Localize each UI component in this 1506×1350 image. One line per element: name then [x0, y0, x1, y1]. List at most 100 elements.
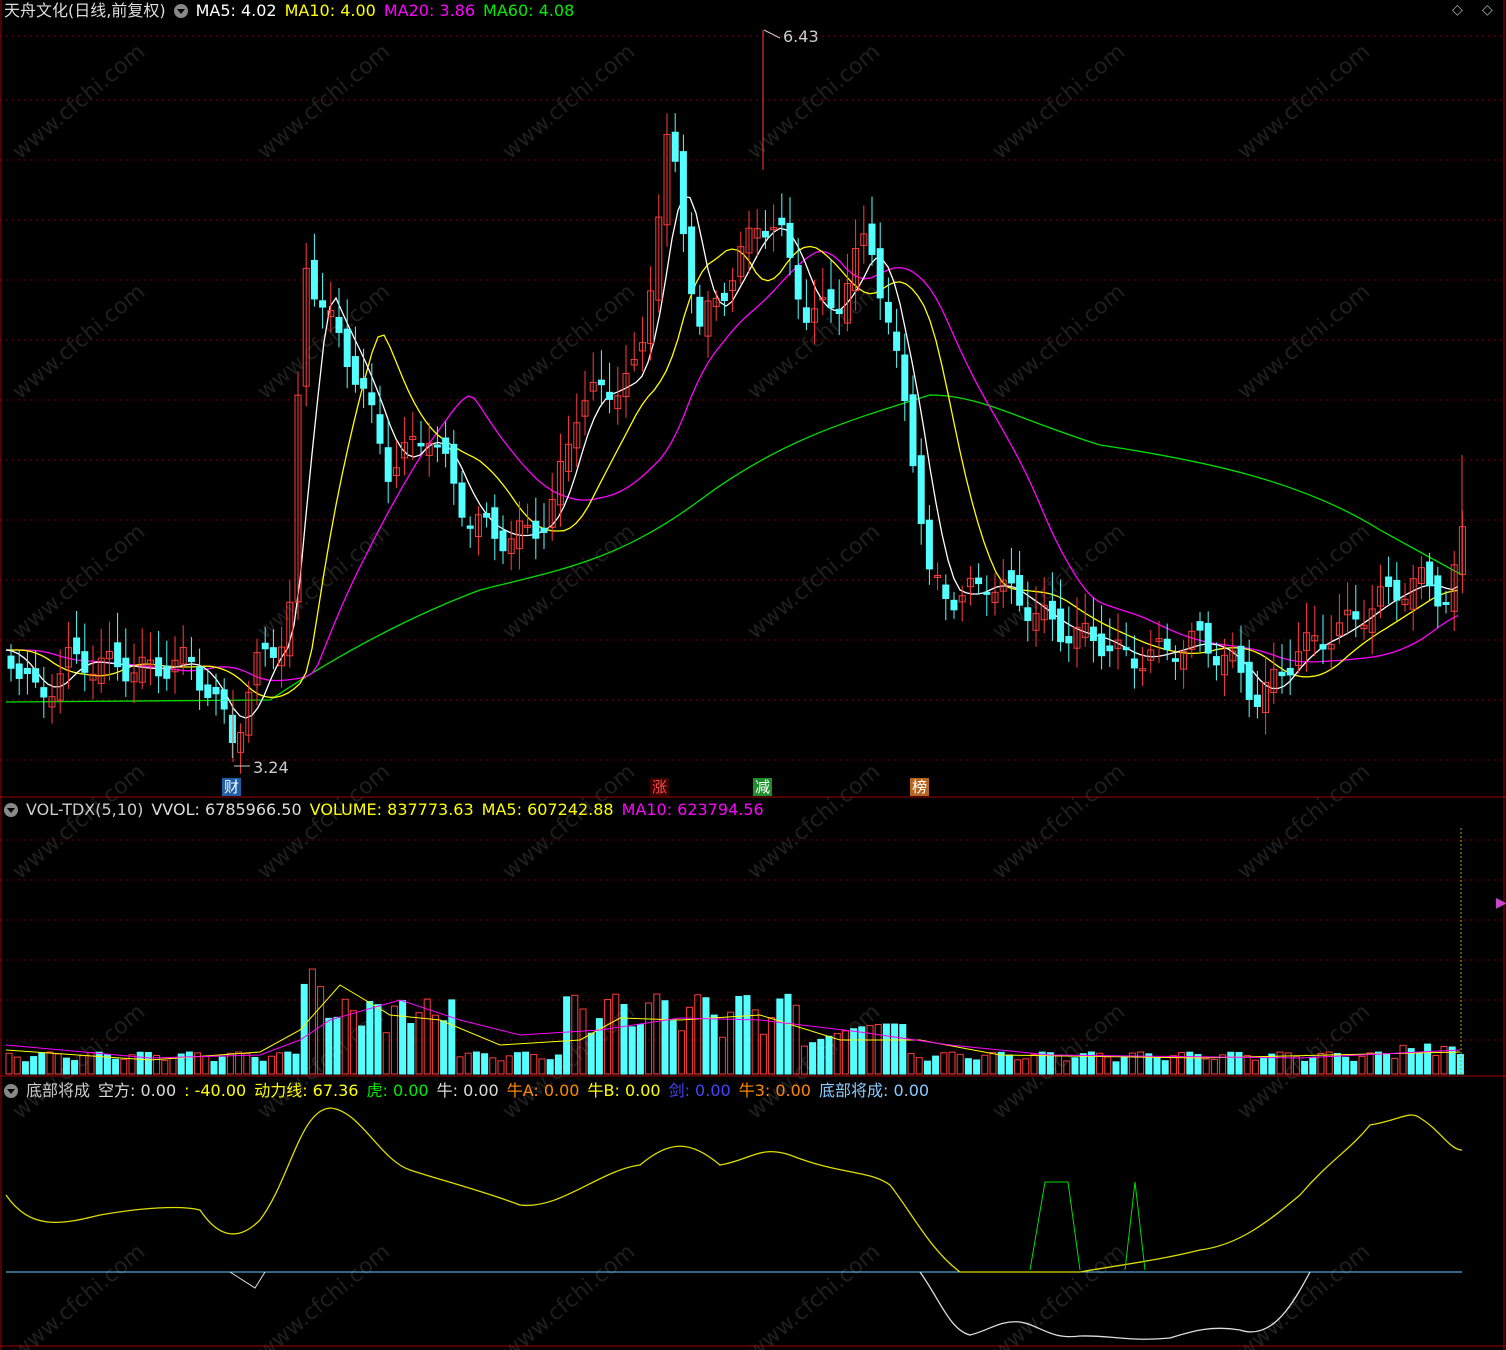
event-tag-zhang[interactable]: 涨 [650, 778, 670, 796]
candle-body [786, 222, 794, 258]
watermark-text: www.cfchi.com [8, 519, 150, 644]
volume-bar [1169, 1055, 1177, 1075]
candle-body [163, 665, 171, 679]
niuA-value: 牛A: 0.00 [506, 1081, 580, 1100]
volume-bar [923, 1060, 931, 1075]
expand-icon[interactable]: ◇ [1482, 2, 1493, 18]
watermark-text: www.cfchi.com [253, 1239, 395, 1350]
ma20-line [6, 250, 1459, 682]
volume-bar [1014, 1059, 1022, 1075]
event-tag-cai[interactable]: 财 [222, 778, 242, 796]
dongli-value: 动力线: 67.36 [254, 1081, 359, 1100]
candle-body [319, 300, 327, 308]
candle-body [15, 663, 23, 679]
volume-bar [784, 993, 792, 1075]
candle-body [40, 687, 48, 698]
volume-bar [891, 1023, 899, 1075]
volume-bar [1309, 1056, 1317, 1075]
high-price-arrow [763, 29, 781, 39]
volume-bar [686, 1006, 694, 1075]
volume-bar [932, 1055, 940, 1075]
candle-body [1237, 645, 1245, 673]
volume-bar [1104, 1056, 1112, 1075]
candle-body [81, 651, 89, 673]
candle-body [950, 599, 958, 611]
candle-body [1007, 570, 1015, 584]
volume-bar [481, 1053, 489, 1075]
volume-bar [202, 1055, 210, 1075]
volume-bar [292, 1053, 300, 1075]
candle-body [499, 530, 507, 552]
volume-bar [1260, 1057, 1268, 1075]
volume-bar [30, 1056, 38, 1075]
volume-bar [522, 1051, 530, 1075]
candle-body [1098, 633, 1106, 657]
dongli-path [5, 1107, 1463, 1273]
volume-bar [1235, 1051, 1243, 1075]
candle-body [343, 328, 351, 367]
candle-body [1048, 600, 1056, 620]
volume-bar [554, 1054, 562, 1075]
volume-bar [161, 1059, 169, 1075]
chart-canvas[interactable]: www.cfchi.com www.cfchi.com www.cfchi.com w… [0, 0, 1506, 1350]
candle-body [7, 655, 15, 669]
ind-name[interactable]: 底部将成 [26, 1081, 90, 1100]
candle-body [1286, 667, 1294, 676]
candle-body [376, 414, 384, 444]
candle-body [491, 507, 499, 539]
vol-indicator-name[interactable]: VOL-TDX(5,10) [26, 800, 143, 819]
volume-bar [399, 1000, 407, 1075]
volume-bar [1161, 1060, 1169, 1075]
dropdown-icon[interactable] [173, 4, 188, 18]
volume-bar [169, 1057, 177, 1075]
event-tag-jian[interactable]: 减 [753, 778, 773, 796]
candle-body [1163, 638, 1171, 651]
niuB-value: 牛B: 0.00 [587, 1081, 661, 1100]
kong-path [229, 1271, 266, 1289]
watermark-text: www.cfchi.com [253, 759, 395, 884]
volume-bar [284, 1051, 292, 1075]
vol-ma10-value: MA10: 623794.56 [621, 800, 764, 819]
volume-bar [973, 1059, 981, 1075]
indicator-lines [5, 1107, 1463, 1347]
volume-bar [415, 1012, 423, 1075]
volume-bar [71, 1060, 79, 1075]
candle-body [1204, 622, 1212, 654]
watermark-text: www.cfchi.com [988, 759, 1130, 884]
stock-title[interactable]: 天舟文化(日线,前复权) [4, 1, 166, 20]
volume-bar [243, 1053, 251, 1075]
candle-body [1352, 611, 1360, 620]
volume-bar [407, 1023, 415, 1075]
candle-body [114, 642, 122, 668]
ma20-value: MA20: 3.86 [383, 1, 476, 20]
arrow-icon[interactable]: ▶ [1496, 895, 1506, 911]
volume-bar [620, 1004, 628, 1075]
candle-body [1253, 694, 1261, 707]
candle-body [1024, 607, 1032, 621]
watermark-text: www.cfchi.com [1233, 279, 1375, 404]
event-tag-bang[interactable]: 榜 [910, 778, 930, 796]
volume-bar [1120, 1056, 1128, 1075]
volume-bar [456, 1056, 464, 1075]
candle-body [1171, 658, 1179, 662]
volume-bar [710, 1014, 718, 1075]
candle-body [761, 230, 769, 238]
volume-bar [694, 994, 702, 1075]
volume-bar [981, 1054, 989, 1075]
watermark-text: www.cfchi.com [988, 1239, 1130, 1350]
ma5-value: MA5: 4.02 [195, 1, 277, 20]
volume-bar [1383, 1053, 1391, 1075]
watermark-text: www.cfchi.com [8, 759, 150, 884]
dropdown-icon[interactable] [4, 1084, 18, 1098]
dropdown-icon[interactable] [4, 803, 18, 817]
candle-body [1122, 647, 1130, 651]
diamond-icon[interactable]: ◇ [1452, 2, 1463, 18]
volume-bar [563, 996, 571, 1075]
candle-body [32, 668, 40, 683]
candle-body [155, 657, 163, 677]
volume-bar [825, 1035, 833, 1075]
volume-bar [817, 1038, 825, 1075]
candle-body [532, 520, 540, 539]
candle-body [778, 217, 786, 226]
volume-bar [661, 1000, 669, 1075]
